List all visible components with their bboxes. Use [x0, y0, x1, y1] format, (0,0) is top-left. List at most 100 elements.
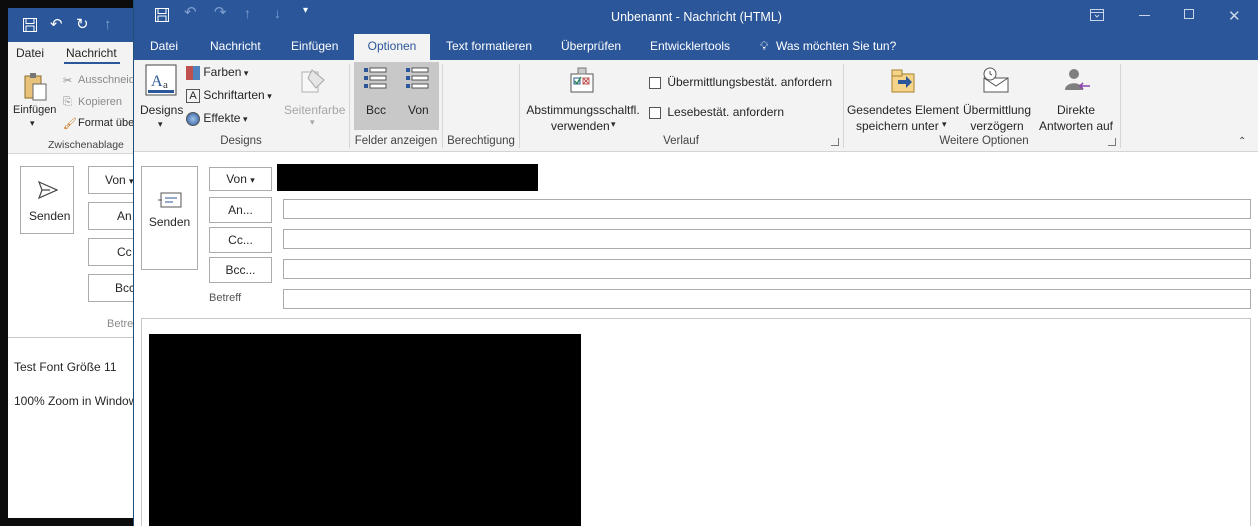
- close-icon[interactable]: ✕: [1228, 7, 1241, 25]
- cut-button[interactable]: Ausschneid: [78, 74, 135, 86]
- cut-icon: ✂: [63, 75, 73, 87]
- subject-label: Betreff: [209, 292, 242, 304]
- tab-entwicklertools[interactable]: Entwicklertools: [648, 34, 732, 60]
- lesebestaetigung-checkbox[interactable]: Lesebestät. anfordern: [649, 104, 784, 120]
- gesendetes-element-line2: speichern unter: [856, 119, 939, 133]
- von-toggle-button[interactable]: Von: [398, 64, 436, 128]
- uebermittlungsbestaetigung-label: Übermittlungsbestät. anfordern: [667, 75, 833, 89]
- chevron-down-icon: ▾: [158, 119, 163, 129]
- uebermittlung-verzoegern-line1: Übermittlung: [962, 103, 1032, 117]
- paste-label[interactable]: Einfügen: [13, 104, 56, 116]
- chevron-down-icon: ▾: [611, 119, 616, 129]
- to-field[interactable]: [283, 199, 1251, 219]
- tab-nachricht[interactable]: Nachricht: [208, 34, 263, 60]
- schriftarten-button[interactable]: A Schriftarten ▾: [186, 87, 272, 105]
- chevron-down-icon: ▾: [241, 68, 249, 78]
- designs-button[interactable]: Aa Designs ▾: [140, 64, 183, 132]
- redo-icon[interactable]: ↻: [76, 8, 89, 42]
- copy-button[interactable]: Kopieren: [78, 96, 122, 108]
- tab-text-formatieren[interactable]: Text formatieren: [444, 34, 534, 60]
- dialog-launcher-icon[interactable]: [831, 138, 839, 146]
- cc-field[interactable]: [283, 229, 1251, 249]
- direct-replies-icon: [1065, 69, 1090, 90]
- tab-datei[interactable]: Datei: [16, 46, 44, 60]
- send-label: Senden: [148, 215, 191, 229]
- chevron-down-icon: ▾: [240, 114, 248, 124]
- background-compose-area: Senden Von ▾ An Cc Bcc Betref Test Font …: [8, 154, 140, 518]
- tab-ueberpruefen[interactable]: Überprüfen: [559, 34, 623, 60]
- paste-icon[interactable]: [22, 72, 48, 102]
- bcc-toggle-button[interactable]: Bcc: [356, 64, 394, 128]
- tab-nachricht[interactable]: Nachricht: [66, 46, 117, 60]
- farben-label: Farben: [203, 65, 242, 79]
- designs-icon: Aa: [145, 64, 177, 96]
- to-button[interactable]: An...: [209, 197, 272, 223]
- chevron-down-icon: ▾: [250, 175, 255, 185]
- uebermittlung-verzoegern-button[interactable]: Übermittlung verzögern: [960, 64, 1034, 133]
- redacted-sender-address: [277, 164, 538, 191]
- checkbox-icon: [649, 106, 661, 119]
- fonts-icon: A: [186, 88, 200, 103]
- von-label: Von: [408, 103, 429, 117]
- bcc-label: Bcc: [366, 103, 387, 117]
- send-button[interactable]: Senden: [20, 166, 74, 234]
- berechtigung-group-label: Berechtigung: [447, 135, 515, 147]
- direkte-antworten-button[interactable]: Direkte Antworten auf: [1036, 64, 1116, 133]
- send-button[interactable]: Senden: [141, 166, 198, 270]
- send-envelope-icon: [158, 192, 182, 208]
- body-line-1[interactable]: Test Font Größe 11: [14, 360, 117, 374]
- divider: [8, 337, 140, 338]
- voting-buttons-icon: [570, 67, 594, 93]
- group-separator: [1120, 64, 1121, 148]
- chevron-down-icon: ▾: [30, 118, 35, 128]
- subject-field[interactable]: [283, 289, 1251, 309]
- from-dropdown-button[interactable]: Von ▾: [209, 167, 272, 191]
- gesendetes-element-line1: Gesendetes Element: [846, 103, 960, 117]
- minimize-icon[interactable]: [1139, 15, 1150, 16]
- ribbon: Aa Designs ▾ Farben ▾ A Schriftarten ▾ E…: [134, 60, 1258, 152]
- collapse-ribbon-icon[interactable]: ⌃: [1238, 136, 1246, 147]
- background-title-bar: ↶ ↻ ↑: [8, 8, 140, 42]
- gesendetes-element-speichern-button[interactable]: Gesendetes Element speichern unter ▾: [846, 64, 960, 133]
- abstimmungsschaltflaechen-button[interactable]: Abstimmungsschaltfl. verwenden ▾: [522, 64, 644, 133]
- schriftarten-label: Schriftarten: [203, 88, 265, 102]
- tab-datei[interactable]: Datei: [148, 34, 180, 60]
- delay-delivery-icon: [983, 67, 1009, 93]
- tab-einfuegen[interactable]: Einfügen: [289, 34, 340, 60]
- maximize-icon[interactable]: [1184, 9, 1194, 19]
- clipboard-group-label: Zwischenablage: [48, 139, 124, 151]
- body-line-2[interactable]: 100% Zoom in Window: [14, 394, 137, 408]
- weitere-optionen-group-label: Weitere Optionen: [939, 135, 1029, 147]
- format-painter-button[interactable]: Format übe: [78, 117, 134, 129]
- arrow-up-icon[interactable]: ↑: [104, 8, 112, 42]
- cc-button[interactable]: Cc...: [209, 227, 272, 253]
- background-ribbon: Datei Nachricht Einfügen ▾ ✂ Ausschneid …: [8, 42, 140, 154]
- page-color-icon: [301, 69, 325, 93]
- undo-icon[interactable]: ↶: [50, 8, 63, 42]
- direkte-antworten-line1: Direkte: [1056, 103, 1095, 117]
- save-icon[interactable]: [22, 17, 38, 33]
- abstimmung-label-line2: verwenden: [551, 119, 610, 133]
- svg-text:a: a: [163, 79, 168, 91]
- from-button-label: Von: [226, 172, 247, 186]
- from-field-icon: [406, 67, 429, 89]
- send-icon: [38, 181, 58, 199]
- message-body[interactable]: [141, 318, 1251, 526]
- bcc-button[interactable]: Bcc...: [209, 257, 272, 283]
- uebermittlung-verzoegern-line2: verzögern: [970, 119, 1024, 133]
- abstimmung-label-line1: Abstimmungsschaltfl.: [526, 103, 640, 117]
- ribbon-display-options-icon[interactable]: [1090, 9, 1104, 21]
- uebermittlungsbestaetigung-checkbox[interactable]: Übermittlungsbestät. anfordern: [649, 74, 832, 90]
- desktop-background: [0, 518, 140, 526]
- designs-group-label: Designs: [220, 135, 262, 147]
- tell-me-search[interactable]: Was möchten Sie tun?: [774, 34, 898, 60]
- effects-icon: [186, 111, 200, 126]
- effekte-button[interactable]: Effekte ▾: [186, 110, 248, 128]
- seitenfarbe-button[interactable]: Seitenfarbe ▾: [282, 64, 346, 132]
- farben-button[interactable]: Farben ▾: [186, 64, 248, 82]
- tab-optionen[interactable]: Optionen: [354, 34, 430, 60]
- bcc-field[interactable]: [283, 259, 1251, 279]
- dialog-launcher-icon[interactable]: [1108, 138, 1116, 146]
- effekte-label: Effekte: [203, 111, 241, 125]
- seitenfarbe-label: Seitenfarbe: [284, 103, 346, 117]
